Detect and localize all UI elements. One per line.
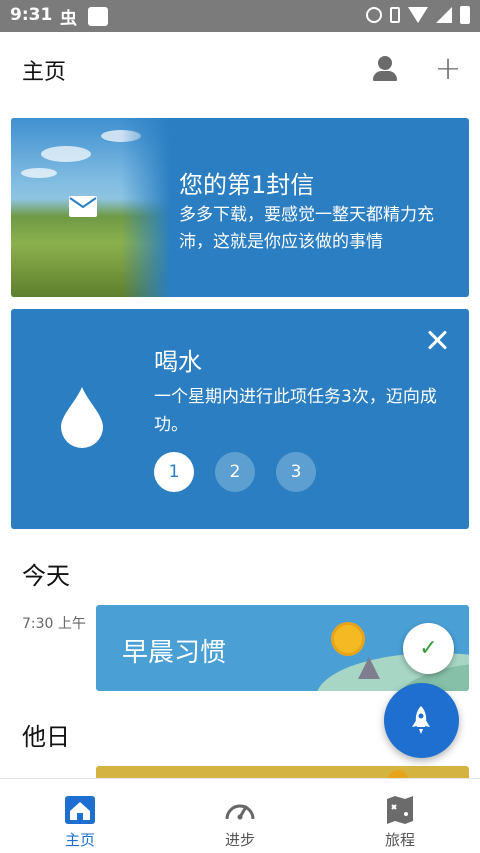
water-title: 喝水 bbox=[154, 348, 202, 376]
home-icon bbox=[65, 796, 95, 824]
app-bar: 主页 + bbox=[0, 32, 480, 108]
rocket-button[interactable] bbox=[384, 683, 459, 758]
sun-icon bbox=[334, 625, 362, 653]
meadow-image bbox=[11, 118, 171, 297]
person-icon bbox=[378, 56, 392, 70]
close-button[interactable] bbox=[424, 327, 450, 353]
gauge-icon bbox=[225, 804, 255, 820]
other-day-card[interactable] bbox=[96, 766, 469, 778]
wifi-icon bbox=[408, 7, 428, 23]
today-heading: 今天 bbox=[22, 562, 70, 590]
nav-journey[interactable]: 旅程 bbox=[320, 779, 480, 853]
bug-icon: 虫 bbox=[60, 9, 77, 29]
water-drop-icon bbox=[61, 387, 103, 448]
nav-home-label: 主页 bbox=[64, 831, 95, 849]
water-body: 一个星期内进行此项任务3次，迈向成功。 bbox=[154, 387, 437, 435]
letter-card[interactable]: 您的第1封信 多多下载，要感觉一整天都精力充沛，这就是你应该做的事情 bbox=[11, 118, 469, 297]
other-days-heading: 他日 bbox=[22, 723, 70, 751]
status-bar: 9:31 虫 bbox=[0, 0, 480, 32]
nav-home[interactable]: 主页 bbox=[0, 779, 160, 853]
tent-icon bbox=[358, 657, 380, 679]
step-1: 1 bbox=[154, 452, 194, 492]
signal-icon bbox=[436, 7, 452, 23]
step-2: 2 bbox=[215, 452, 255, 492]
page-title: 主页 bbox=[22, 60, 67, 85]
notification-icon bbox=[88, 7, 108, 26]
alarm-icon bbox=[366, 7, 382, 23]
habit-time: 7:30 上午 bbox=[22, 616, 86, 632]
vibrate-icon bbox=[390, 7, 400, 23]
letter-body: 多多下载，要感觉一整天都精力充沛，这就是你应该做的事情 bbox=[179, 205, 434, 252]
step-3: 3 bbox=[276, 452, 316, 492]
water-task-card[interactable]: 喝水 一个星期内进行此项任务3次，迈向成功。 1 2 3 bbox=[11, 309, 469, 529]
add-button[interactable]: + bbox=[430, 48, 466, 88]
profile-button[interactable] bbox=[370, 52, 400, 84]
mail-icon bbox=[69, 196, 97, 217]
habit-title: 早晨习惯 bbox=[122, 638, 227, 668]
bottom-navigation: 主页 进步 旅程 bbox=[0, 778, 480, 853]
map-icon bbox=[387, 796, 413, 824]
battery-icon bbox=[460, 6, 470, 24]
nav-progress[interactable]: 进步 bbox=[160, 779, 320, 853]
letter-title: 您的第1封信 bbox=[179, 171, 315, 199]
rocket-icon bbox=[412, 706, 430, 734]
nav-progress-label: 进步 bbox=[224, 831, 255, 849]
nav-journey-label: 旅程 bbox=[384, 831, 415, 849]
status-time: 9:31 bbox=[10, 5, 53, 25]
person-icon-body bbox=[373, 71, 397, 81]
status-icons bbox=[366, 6, 470, 24]
complete-habit-button[interactable]: ✓ bbox=[403, 623, 454, 674]
